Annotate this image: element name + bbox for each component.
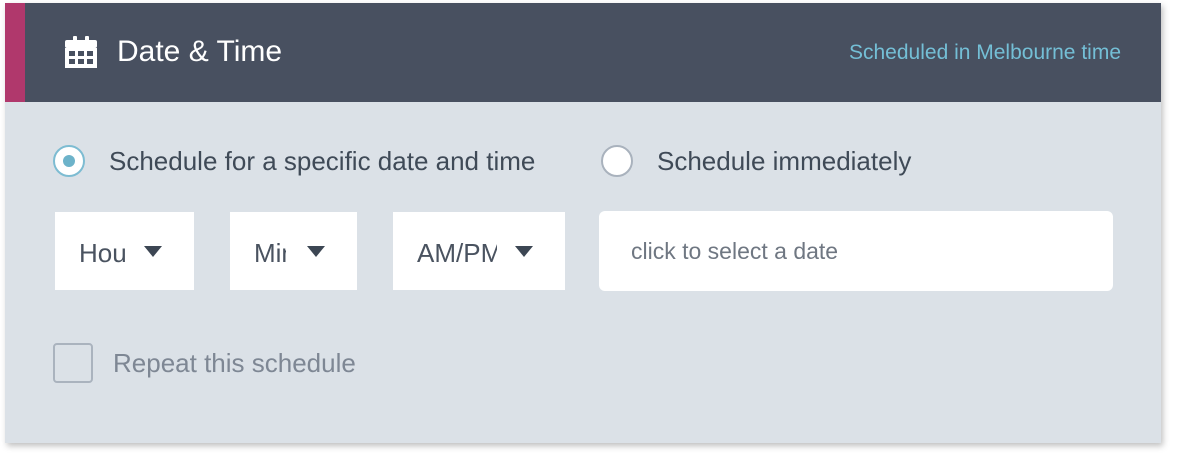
repeat-schedule-option[interactable]: Repeat this schedule [53, 343, 356, 383]
minute-select[interactable]: Min [230, 212, 357, 290]
chevron-down-icon [515, 246, 533, 257]
repeat-checkbox[interactable] [53, 343, 93, 383]
date-time-panel: Date & Time Scheduled in Melbourne time … [5, 3, 1161, 443]
chevron-down-icon [307, 246, 325, 257]
radio-specific-date[interactable]: Schedule for a specific date and time [53, 143, 535, 179]
header-accent-bar [5, 3, 25, 102]
hour-select[interactable]: Hour [55, 212, 194, 290]
repeat-checkbox-label: Repeat this schedule [113, 347, 356, 378]
radio-label-specific-date: Schedule for a specific date and time [109, 145, 536, 176]
radio-immediately[interactable]: Schedule immediately [601, 143, 911, 179]
minute-select-value: Min [254, 238, 286, 268]
radio-label-immediately: Schedule immediately [657, 145, 912, 176]
timezone-note: Scheduled in Melbourne time [849, 41, 1121, 64]
radio-button-selected[interactable] [53, 145, 85, 177]
ampm-select[interactable]: AM/PM [393, 212, 565, 290]
chevron-down-icon [144, 246, 162, 257]
calendar-icon [65, 36, 97, 68]
panel-title: Date & Time [117, 35, 283, 68]
panel-header: Date & Time Scheduled in Melbourne time [5, 3, 1161, 102]
radio-button-unselected[interactable] [601, 145, 633, 177]
date-picker-input[interactable] [599, 211, 1113, 291]
ampm-select-value: AM/PM [417, 238, 497, 268]
hour-select-value: Hour [79, 238, 125, 268]
